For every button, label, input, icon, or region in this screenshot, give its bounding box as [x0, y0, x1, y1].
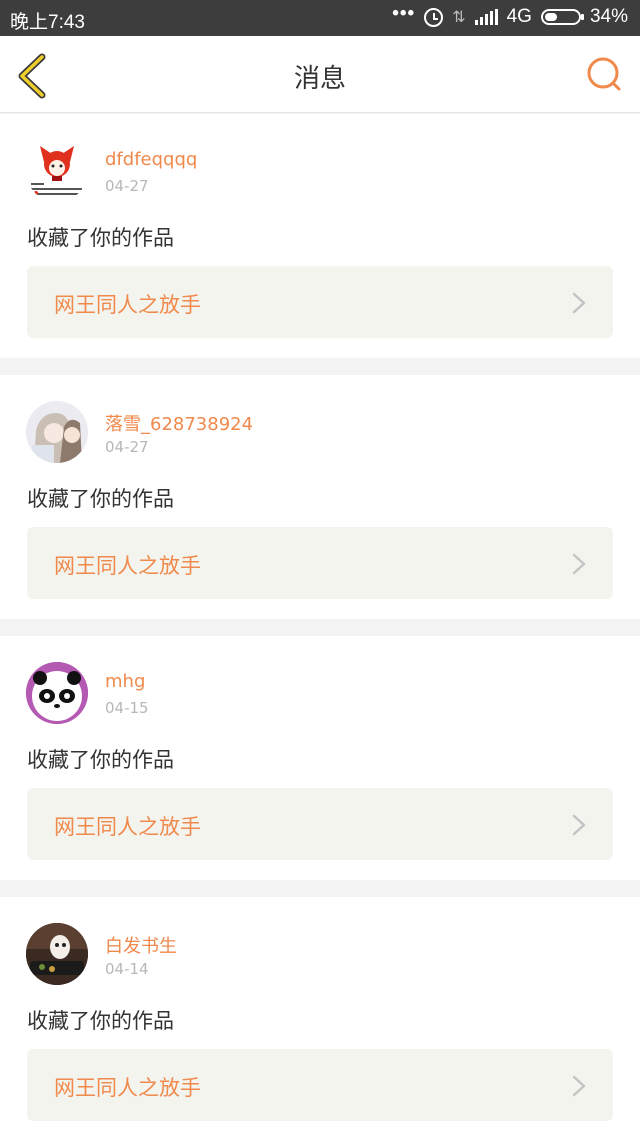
username[interactable]: dfdfeqqqq — [105, 149, 197, 170]
message-date: 04-14 — [105, 960, 149, 978]
avatar[interactable] — [26, 140, 88, 202]
work-title: 网王同人之放手 — [54, 554, 201, 578]
message-card: 白发书生 04-14 收藏了你的作品 网王同人之放手 — [0, 897, 640, 1141]
notification-dots: ••• — [392, 3, 416, 24]
status-bar: 晚上7:43 ••• ⇅ 4G 34% — [0, 0, 640, 36]
action-text: 收藏了你的作品 — [27, 487, 174, 511]
search-button[interactable] — [584, 55, 624, 95]
message-date: 04-15 — [105, 699, 149, 717]
battery-icon — [540, 9, 584, 25]
chevron-right-icon — [572, 814, 586, 836]
search-icon — [587, 57, 621, 91]
work-link[interactable]: 网王同人之放手 — [27, 1049, 613, 1121]
work-link[interactable]: 网王同人之放手 — [27, 527, 613, 599]
page-title: 消息 — [293, 64, 346, 94]
avatar[interactable] — [26, 401, 88, 463]
message-card: mhg 04-15 收藏了你的作品 网王同人之放手 — [0, 636, 640, 880]
message-date: 04-27 — [105, 438, 149, 456]
message-card: 落雪_628738924 04-27 收藏了你的作品 网王同人之放手 — [0, 375, 640, 619]
avatar[interactable] — [26, 662, 88, 724]
alarm-icon — [424, 7, 444, 27]
chevron-right-icon — [572, 1075, 586, 1097]
username[interactable]: mhg — [105, 671, 145, 692]
network-type: 4G — [506, 6, 532, 27]
chevron-right-icon — [572, 553, 586, 575]
action-text: 收藏了你的作品 — [27, 226, 174, 250]
avatar[interactable] — [26, 923, 88, 985]
message-date: 04-27 — [105, 177, 149, 195]
message-card: dfdfeqqqq 04-27 收藏了你的作品 网王同人之放手 — [0, 114, 640, 358]
status-indicators: ••• ⇅ 4G 34% — [392, 3, 628, 28]
work-link[interactable]: 网王同人之放手 — [27, 788, 613, 860]
work-link[interactable]: 网王同人之放手 — [27, 266, 613, 338]
work-title: 网王同人之放手 — [54, 1076, 201, 1100]
signal-icon — [474, 9, 498, 25]
battery-percent: 34% — [589, 6, 628, 27]
work-title: 网王同人之放手 — [54, 815, 201, 839]
action-text: 收藏了你的作品 — [27, 748, 174, 772]
action-text: 收藏了你的作品 — [27, 1009, 174, 1033]
username[interactable]: 白发书生 — [105, 932, 177, 958]
username[interactable]: 落雪_628738924 — [105, 410, 253, 436]
nav-bar: 消息 — [0, 36, 640, 113]
chevron-right-icon — [572, 292, 586, 314]
work-title: 网王同人之放手 — [54, 293, 201, 317]
data-transfer-icon: ⇅ — [452, 9, 466, 26]
status-time: 晚上7:43 — [10, 12, 85, 33]
